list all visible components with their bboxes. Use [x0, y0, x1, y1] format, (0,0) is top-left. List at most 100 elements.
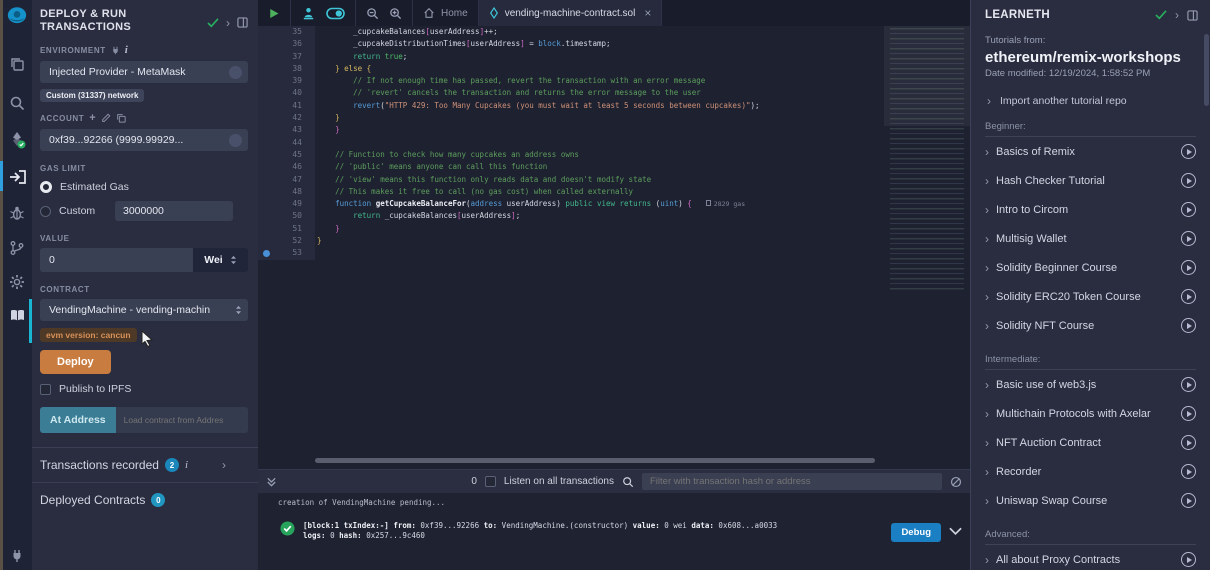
code-line[interactable]: 35 _cupcakeBalances[userAddress]++; — [258, 26, 970, 38]
expand-tutorial-icon[interactable]: › — [985, 320, 989, 332]
code-line[interactable]: 47 // 'view' means this function only re… — [258, 174, 970, 186]
expand-tutorial-icon[interactable]: › — [985, 408, 989, 420]
at-address-button[interactable]: At Address — [40, 407, 116, 433]
add-account-icon[interactable]: + — [89, 112, 96, 124]
code-line[interactable]: 38 } else { — [258, 63, 970, 75]
value-input[interactable] — [40, 248, 193, 272]
code-line[interactable]: 48 // This makes it free to call (no gas… — [258, 186, 970, 198]
expand-tutorial-icon[interactable]: › — [985, 175, 989, 187]
transaction-log-entry[interactable]: [block:1 txIndex:-] from: 0xf39...92266 … — [258, 507, 970, 542]
line-number[interactable]: 36 — [258, 38, 315, 50]
start-tutorial-play-icon[interactable] — [1181, 231, 1196, 246]
code-area[interactable]: 35 _cupcakeBalances[userAddress]++;36 _c… — [258, 26, 970, 486]
tutorial-item[interactable]: ›Basic use of web3.js — [985, 370, 1196, 399]
pin-panel-icon[interactable] — [1187, 10, 1198, 21]
expand-tx-icon[interactable] — [949, 527, 962, 536]
line-number[interactable]: 41 — [258, 100, 315, 112]
expand-tutorial-icon[interactable]: › — [985, 437, 989, 449]
tutorial-item[interactable]: ›Recorder — [985, 457, 1196, 486]
file-explorer-icon[interactable] — [7, 54, 27, 74]
value-unit-select[interactable]: Wei — [193, 248, 248, 272]
code-line[interactable]: 45 // Function to check how many cupcake… — [258, 149, 970, 161]
code-line[interactable]: 43 } — [258, 124, 970, 136]
start-tutorial-play-icon[interactable] — [1181, 464, 1196, 479]
tutorial-item[interactable]: ›All about Proxy Contracts — [985, 545, 1196, 570]
zoom-in-icon[interactable] — [389, 7, 402, 20]
chevron-right-icon[interactable]: › — [226, 17, 230, 29]
learneth-scrollbar[interactable] — [1204, 34, 1209, 106]
line-number[interactable]: 52 — [258, 235, 315, 247]
plug-icon[interactable] — [111, 46, 120, 55]
code-line[interactable]: 42 } — [258, 112, 970, 124]
expand-tutorial-icon[interactable]: › — [985, 495, 989, 507]
expand-tutorial-icon[interactable]: › — [985, 204, 989, 216]
remixd-person-icon[interactable] — [301, 6, 316, 21]
line-number[interactable]: 44 — [258, 137, 315, 149]
listen-checkbox[interactable] — [485, 476, 496, 487]
import-tutorial-repo[interactable]: › Import another tutorial repo — [971, 79, 1210, 107]
expand-tutorial-icon[interactable]: › — [985, 291, 989, 303]
chevron-right-icon[interactable]: › — [1175, 9, 1179, 21]
code-line[interactable]: 41 revert("HTTP 429: Too Many Cupcakes (… — [258, 100, 970, 112]
line-number[interactable]: 37 — [258, 51, 315, 63]
remix-logo[interactable] — [7, 6, 27, 26]
custom-gas-input[interactable] — [115, 201, 233, 221]
tutorial-item[interactable]: ›Solidity Beginner Course — [985, 253, 1196, 282]
tutorial-item[interactable]: ›Uniswap Swap Course — [985, 486, 1196, 515]
expand-tutorial-icon[interactable]: › — [985, 379, 989, 391]
expand-tutorial-icon[interactable]: › — [985, 233, 989, 245]
estimated-gas-radio[interactable] — [40, 181, 52, 193]
expand-tutorial-icon[interactable]: › — [985, 262, 989, 274]
code-line[interactable]: 53 — [258, 247, 970, 259]
line-number[interactable]: 40 — [258, 87, 315, 99]
line-number[interactable]: 51 — [258, 223, 315, 235]
horizontal-scrollbar[interactable] — [315, 458, 875, 463]
account-select[interactable]: 0xf39...92266 (9999.99929... — [40, 129, 248, 151]
start-tutorial-play-icon[interactable] — [1181, 289, 1196, 304]
at-address-input[interactable] — [116, 407, 248, 433]
clear-console-icon[interactable] — [950, 476, 962, 488]
search-icon[interactable] — [7, 93, 27, 113]
line-number[interactable]: 53 — [258, 247, 315, 259]
toggle-switch-icon[interactable] — [326, 7, 345, 20]
start-tutorial-play-icon[interactable] — [1181, 260, 1196, 275]
breakpoint-dot[interactable] — [263, 250, 270, 257]
tab-file[interactable]: vending-machine-contract.sol × — [479, 0, 663, 26]
line-number[interactable]: 48 — [258, 186, 315, 198]
code-line[interactable]: 49 function getCupcakeBalanceFor(address… — [258, 198, 970, 210]
minimap[interactable] — [890, 28, 964, 290]
tutorial-item[interactable]: ›Multisig Wallet — [985, 224, 1196, 253]
tutorial-item[interactable]: ›Solidity NFT Course — [985, 311, 1196, 340]
start-tutorial-play-icon[interactable] — [1181, 202, 1196, 217]
start-tutorial-play-icon[interactable] — [1181, 318, 1196, 333]
code-line[interactable]: 52} — [258, 235, 970, 247]
line-number[interactable]: 50 — [258, 210, 315, 222]
line-number[interactable]: 46 — [258, 161, 315, 173]
git-icon[interactable] — [7, 238, 27, 258]
tutorial-item[interactable]: ›Intro to Circom — [985, 195, 1196, 224]
code-line[interactable]: 39 // If not enough time has passed, rev… — [258, 75, 970, 87]
settings-icon[interactable] — [7, 272, 27, 292]
deployed-contracts-row[interactable]: Deployed Contracts 0 — [32, 483, 258, 517]
info-icon[interactable]: i — [125, 44, 129, 56]
code-line[interactable]: 44 — [258, 137, 970, 149]
code-line[interactable]: 50 return _cupcakeBalances[userAddress]; — [258, 210, 970, 222]
deploy-button[interactable]: Deploy — [40, 350, 111, 374]
expand-transactions-icon[interactable]: › — [222, 459, 226, 471]
line-number[interactable]: 35 — [258, 26, 315, 38]
start-tutorial-play-icon[interactable] — [1181, 144, 1196, 159]
debugger-icon[interactable] — [7, 203, 27, 223]
code-line[interactable]: 40 // 'revert' cancels the transaction a… — [258, 87, 970, 99]
tutorial-item[interactable]: ›Hash Checker Tutorial — [985, 166, 1196, 195]
debug-button[interactable]: Debug — [891, 523, 941, 542]
copy-account-icon[interactable] — [116, 113, 126, 123]
start-tutorial-play-icon[interactable] — [1181, 552, 1196, 567]
line-number[interactable]: 38 — [258, 63, 315, 75]
start-tutorial-play-icon[interactable] — [1181, 406, 1196, 421]
learneth-book-icon[interactable] — [7, 305, 27, 325]
code-line[interactable]: 46 // 'public' means anyone can call thi… — [258, 161, 970, 173]
transactions-recorded-row[interactable]: Transactions recorded 2 i › — [32, 448, 258, 482]
expand-tutorial-icon[interactable]: › — [985, 146, 989, 158]
contract-select[interactable]: VendingMachine - vending-machin — [40, 299, 248, 321]
terminal-filter-input[interactable] — [642, 473, 942, 490]
